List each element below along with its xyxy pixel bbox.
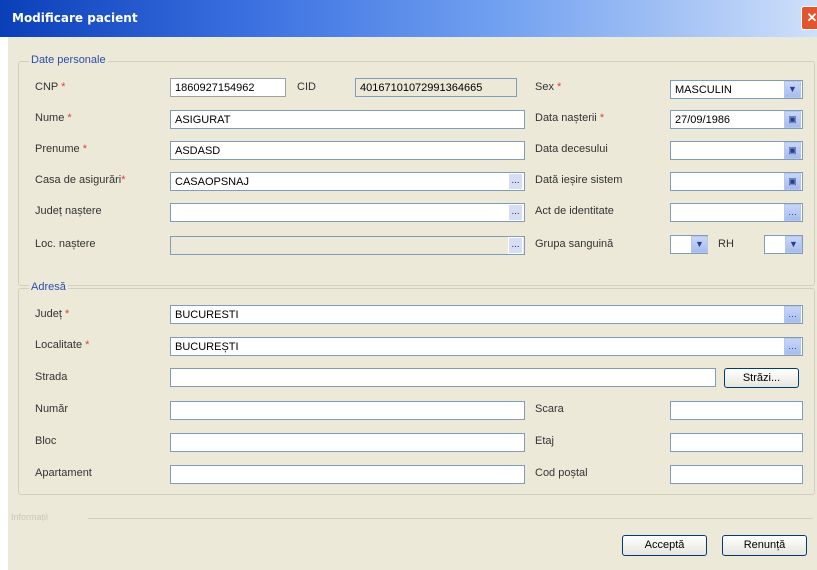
judet-nastere-lookup-icon[interactable]: ...: [508, 204, 523, 221]
bloc-field[interactable]: [170, 433, 525, 452]
title-bar: Modificare pacient ✕: [0, 0, 817, 37]
loc-nastere-lookup-icon[interactable]: ...: [508, 237, 523, 254]
dialog-body: Date personale CNP * 1860927154962 CID 4…: [8, 37, 817, 570]
casa-asigurari-label: Casa de asigurări*: [35, 174, 126, 186]
grupa-sanguina-label: Grupa sanguină: [535, 238, 614, 250]
scara-field[interactable]: [670, 401, 803, 420]
cancel-button[interactable]: Renunță: [722, 535, 807, 556]
strada-field[interactable]: [170, 368, 716, 387]
bloc-label: Bloc: [35, 435, 57, 447]
address-legend: Adresă: [29, 281, 68, 293]
cid-field: 40167101072991364665: [355, 78, 517, 97]
strada-label: Strada: [35, 371, 68, 383]
footer-separator: [88, 518, 813, 519]
numar-label: Număr: [35, 403, 69, 415]
cnp-label: CNP *: [35, 81, 66, 93]
casa-lookup-icon[interactable]: ...: [508, 173, 523, 190]
calendar-icon[interactable]: ▣: [784, 142, 801, 159]
judet-label: Județ *: [35, 308, 70, 320]
personal-data-legend: Date personale: [29, 54, 108, 66]
localitate-lookup-icon[interactable]: …: [784, 338, 801, 355]
window-title: Modificare pacient: [12, 11, 138, 25]
loc-nastere-label: Loc. naștere: [35, 238, 96, 250]
judet-field[interactable]: BUCURESTI: [170, 305, 803, 324]
close-icon[interactable]: ✕: [801, 6, 817, 30]
data-iesire-label: Dată ieșire sistem: [535, 174, 623, 186]
sex-dropdown-icon[interactable]: ▼: [784, 81, 801, 98]
cod-postal-label: Cod poștal: [535, 467, 588, 479]
prenume-label: Prenume *: [35, 143, 87, 155]
cid-label: CID: [297, 81, 316, 93]
data-decesului-label: Data decesului: [535, 143, 608, 155]
calendar-icon[interactable]: ▣: [784, 173, 801, 190]
localitate-label: Localitate *: [35, 339, 90, 351]
judet-nastere-label: Județ naștere: [35, 205, 102, 217]
info-section-label: Informații: [11, 512, 49, 522]
act-identitate-label: Act de identitate: [535, 205, 614, 217]
apartament-field[interactable]: [170, 465, 525, 484]
cnp-field[interactable]: 1860927154962: [170, 78, 286, 97]
accept-button[interactable]: Acceptă: [622, 535, 707, 556]
dialog-window: Modificare pacient ✕ Date personale CNP …: [0, 0, 817, 570]
judet-lookup-icon[interactable]: …: [784, 306, 801, 323]
calendar-icon[interactable]: ▣: [784, 111, 801, 128]
etaj-field[interactable]: [670, 433, 803, 452]
cod-postal-field[interactable]: [670, 465, 803, 484]
numar-field[interactable]: [170, 401, 525, 420]
act-lookup-icon[interactable]: …: [784, 204, 801, 221]
loc-nastere-field: [170, 236, 525, 255]
apartament-label: Apartament: [35, 467, 92, 479]
nume-field[interactable]: ASIGURAT: [170, 110, 525, 129]
grupa-dropdown-icon[interactable]: ▼: [691, 236, 708, 253]
data-nasterii-label: Data nașterii *: [535, 112, 605, 124]
strazi-button[interactable]: Străzi...: [724, 368, 799, 388]
scara-label: Scara: [535, 403, 564, 415]
rh-dropdown-icon[interactable]: ▼: [785, 236, 802, 253]
rh-label: RH: [718, 238, 734, 250]
localitate-field[interactable]: BUCUREȘTI: [170, 337, 803, 356]
casa-asigurari-field[interactable]: CASAOPSNAJ: [170, 172, 525, 191]
nume-label: Nume *: [35, 112, 72, 124]
sex-label: Sex *: [535, 81, 562, 93]
prenume-field[interactable]: ASDASD: [170, 141, 525, 160]
judet-nastere-field[interactable]: [170, 203, 525, 222]
etaj-label: Etaj: [535, 435, 554, 447]
